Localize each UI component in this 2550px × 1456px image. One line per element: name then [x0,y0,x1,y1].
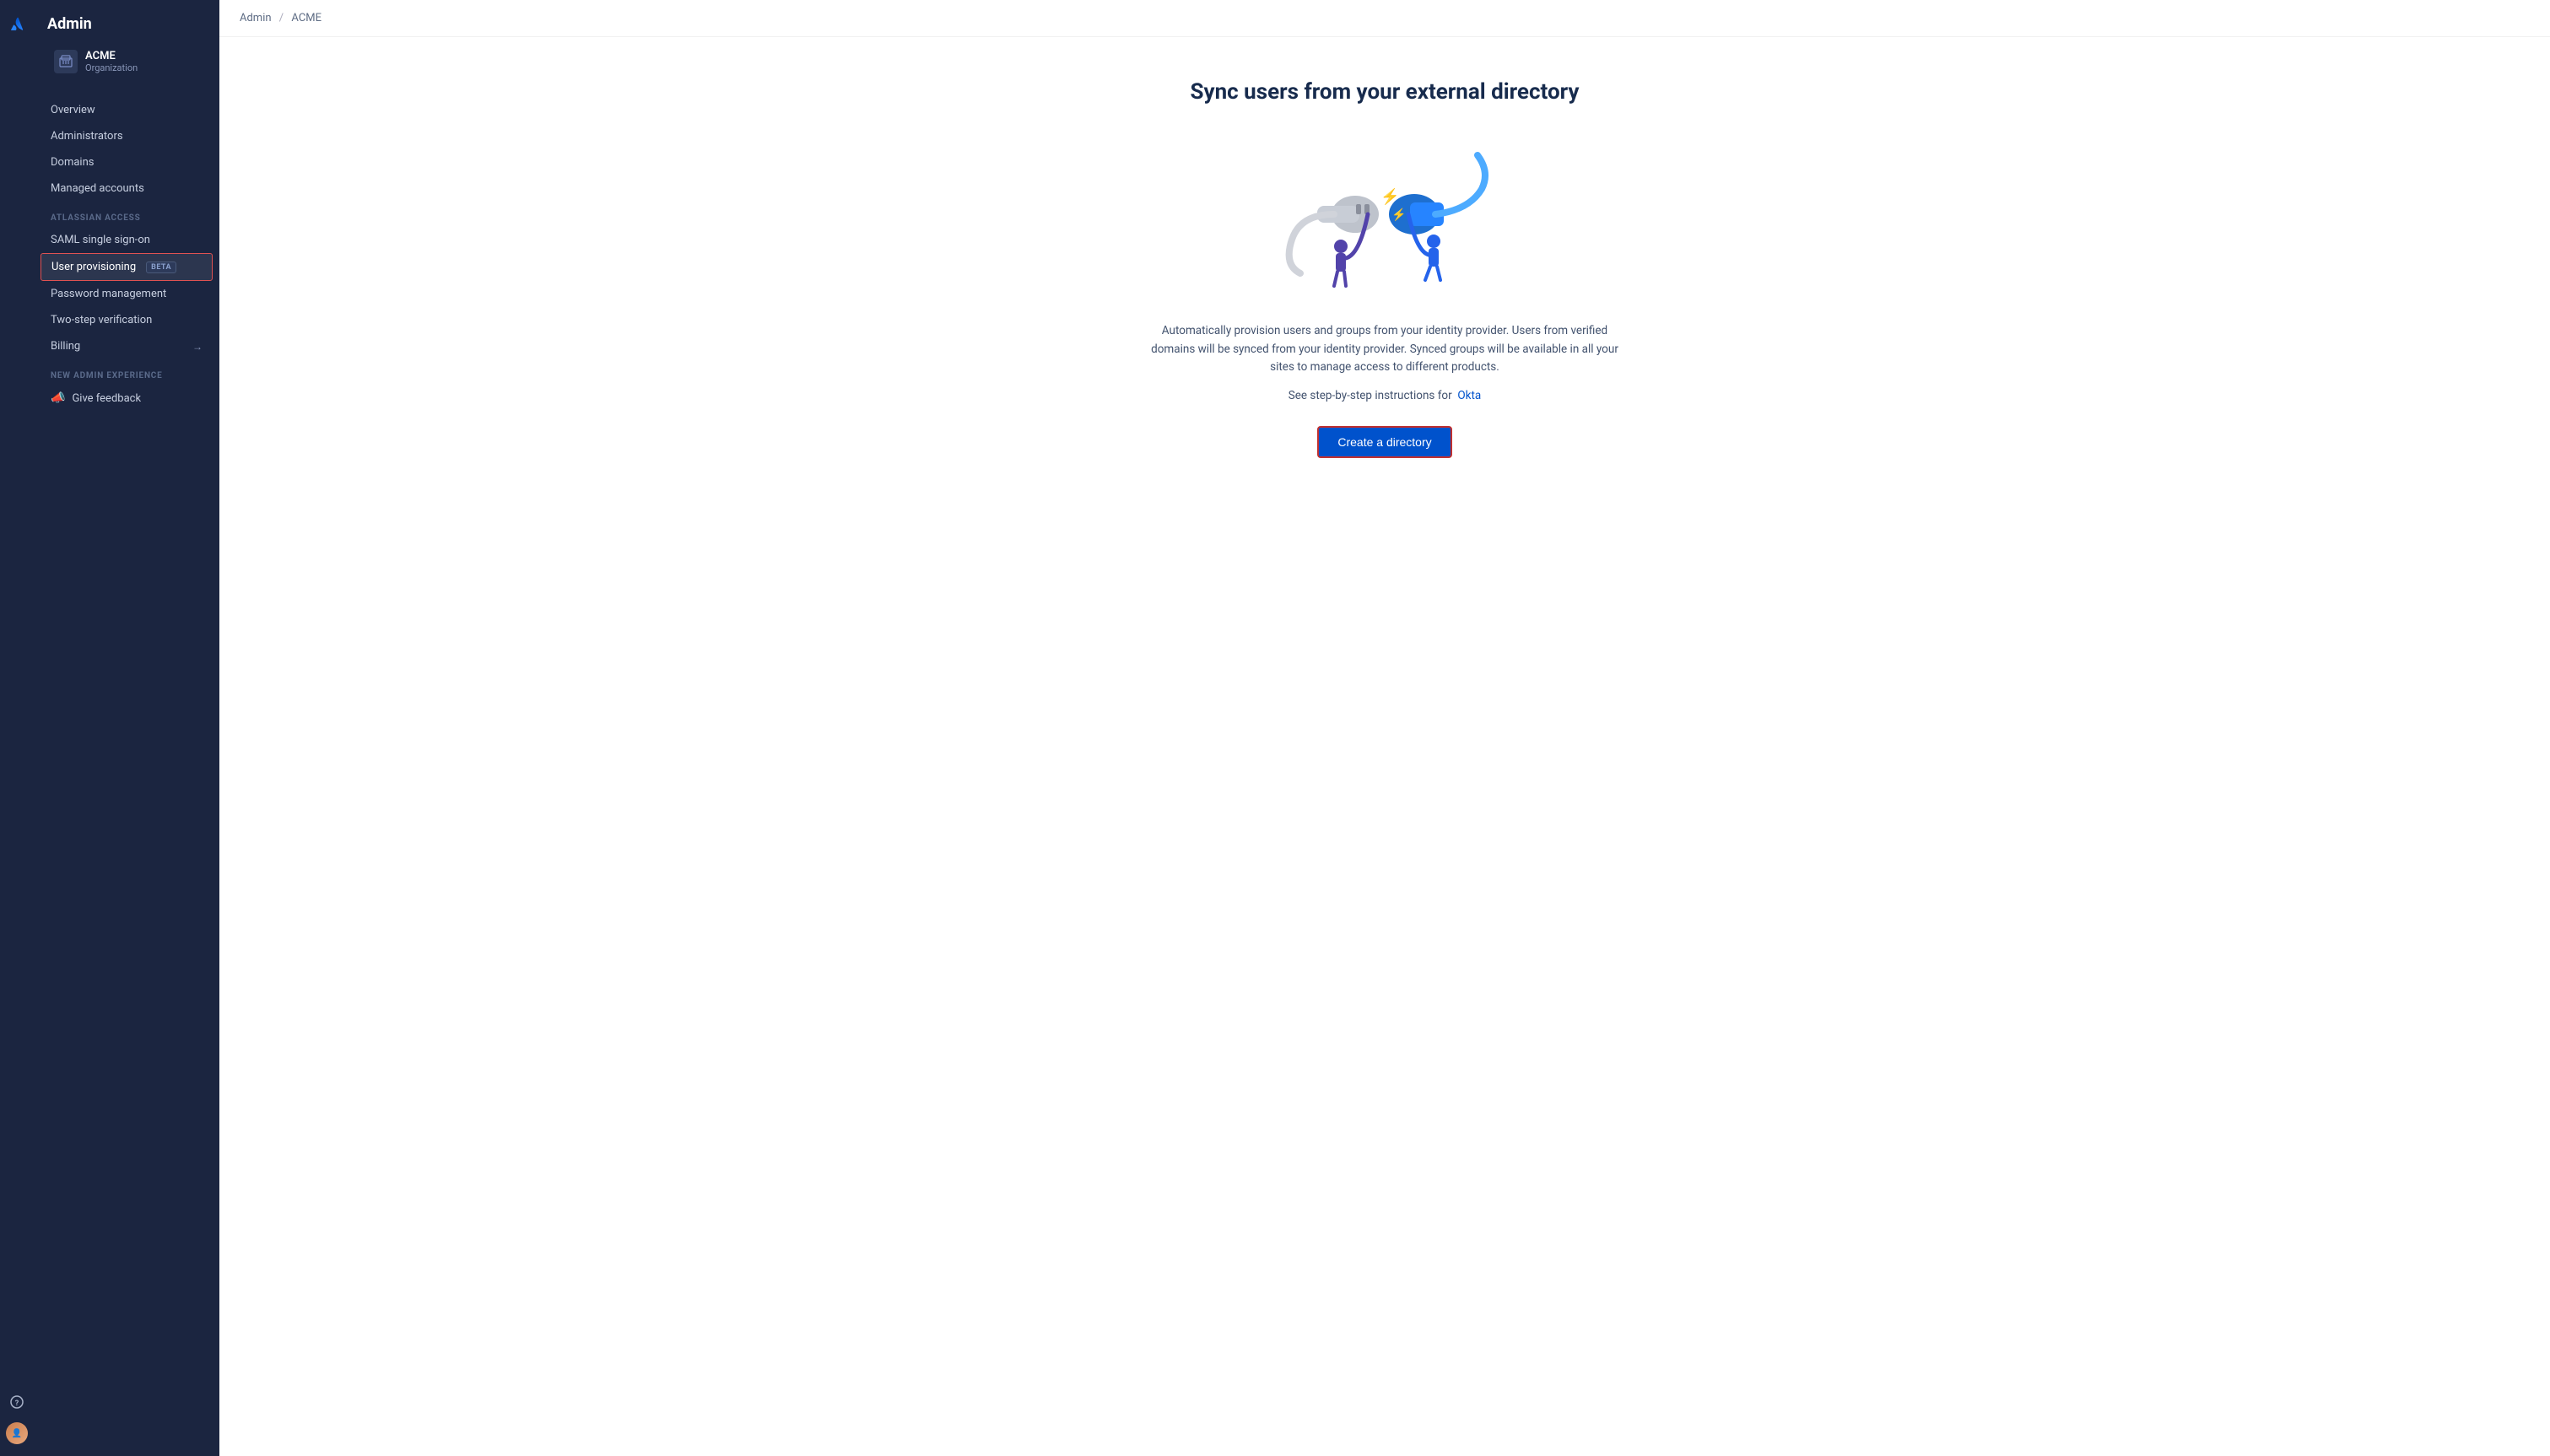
sidebar-item-user-provisioning-label: User provisioning [51,261,136,273]
sidebar-nav: Overview Administrators Domains Managed … [34,92,219,417]
sidebar-item-domains-label: Domains [51,156,94,169]
sidebar-header: Admin ACME Organization [34,10,219,92]
left-rail: ? 👤 [0,0,34,1456]
atlassian-logo[interactable] [5,12,29,35]
svg-text:⚡: ⚡ [1391,208,1406,222]
sidebar-item-managed-accounts[interactable]: Managed accounts [34,175,219,202]
sidebar-item-billing-label: Billing [51,340,80,353]
org-name: ACME [85,50,138,62]
step-link-text: See step-by-step instructions for Okta [1289,389,1482,402]
sidebar-item-give-feedback[interactable]: 📣 Give feedback [34,385,219,412]
beta-badge: BETA [146,262,176,273]
sidebar-item-password-management[interactable]: Password management [34,281,219,307]
sidebar-item-overview-label: Overview [51,104,95,116]
svg-text:⚡: ⚡ [1380,187,1399,206]
breadcrumb-separator: / [279,12,284,24]
main-description: Automatically provision users and groups… [1140,322,1629,377]
sidebar-item-billing[interactable]: Billing → [34,333,219,359]
user-avatar[interactable]: 👤 [6,1422,28,1444]
help-button[interactable]: ? [5,1390,29,1414]
breadcrumb-current: ACME [291,12,321,24]
sidebar-item-overview[interactable]: Overview [34,97,219,123]
page-title: Sync users from your external directory [1190,79,1579,105]
svg-text:?: ? [15,1399,19,1408]
sidebar-title: Admin [47,15,206,33]
breadcrumb: Admin / ACME [219,0,2550,37]
org-icon [54,50,78,73]
give-feedback-label: Give feedback [72,392,141,405]
section-label-atlassian-access: ATLASSIAN ACCESS [34,202,219,227]
billing-arrow: → [192,341,203,353]
megaphone-icon: 📣 [51,391,65,405]
sidebar-item-user-provisioning[interactable]: User provisioning BETA [41,253,213,281]
step-link-anchor[interactable]: Okta [1457,389,1481,402]
org-type: Organization [85,62,138,73]
step-link-prefix: See step-by-step instructions for [1289,389,1452,402]
sidebar-item-two-step-verification[interactable]: Two-step verification [34,307,219,333]
sidebar-item-domains[interactable]: Domains [34,149,219,175]
sidebar-item-two-step-label: Two-step verification [51,314,152,326]
sidebar-item-saml-sso[interactable]: SAML single sign-on [34,227,219,253]
org-card[interactable]: ACME Organization [47,45,206,78]
sidebar: Admin ACME Organization Overview Admini [34,0,219,1456]
sidebar-item-managed-accounts-label: Managed accounts [51,182,144,195]
sidebar-item-saml-label: SAML single sign-on [51,234,150,246]
sidebar-item-administrators-label: Administrators [51,130,123,143]
page-body: Sync users from your external directory … [219,37,2550,1456]
sidebar-item-password-label: Password management [51,288,166,300]
main-content: Admin / ACME Sync users from your extern… [219,0,2550,1456]
section-label-new-admin: NEW ADMIN EXPERIENCE [34,359,219,385]
create-directory-button[interactable]: Create a directory [1317,426,1451,458]
sync-illustration: ⚡ ⚡ [1267,130,1503,299]
sidebar-item-administrators[interactable]: Administrators [34,123,219,149]
breadcrumb-admin-link[interactable]: Admin [240,12,272,24]
